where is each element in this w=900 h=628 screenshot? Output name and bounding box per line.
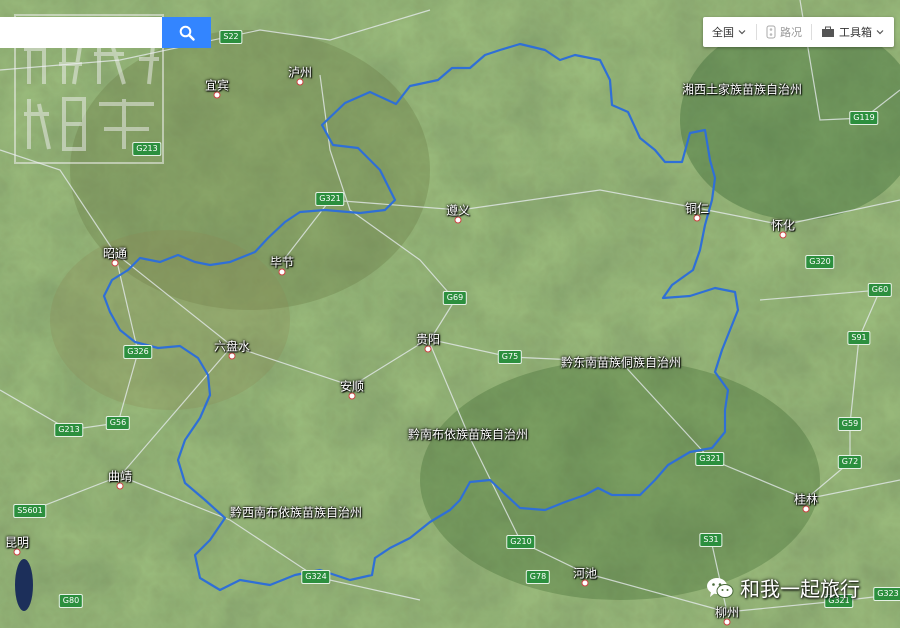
road-shield: G320 [805,255,835,269]
search-icon [179,25,195,41]
search-input[interactable] [0,17,162,48]
chevron-down-icon [738,30,746,35]
city-label[interactable]: 贵阳 [416,331,440,348]
road-shield: G321 [315,192,345,206]
search-bar [0,17,211,48]
road-shield: G72 [837,455,863,469]
road-shield: G59 [837,417,863,431]
road-shield: G324 [301,570,331,584]
road-shield: G326 [123,345,153,359]
city-label[interactable]: 曲靖 [108,468,132,485]
road-shield: G56 [105,416,131,430]
region-selector[interactable]: 全国 [703,17,756,47]
road-shield: S91 [847,331,871,345]
watermark: 和我一起旅行 [706,573,860,602]
road-shield: G60 [867,283,893,297]
city-label[interactable]: 昆明 [5,534,29,551]
watermark-text: 和我一起旅行 [740,577,860,601]
road-shield: G213 [54,423,84,437]
city-label[interactable]: 怀化 [771,217,795,234]
region-label[interactable]: 黔南布依族苗族自治州 [408,426,528,443]
toolbox-button[interactable]: 工具箱 [812,17,894,47]
road-shield: S31 [699,533,723,547]
region-label[interactable]: 黔东南苗族侗族自治州 [561,354,681,371]
road-shield: G78 [525,570,551,584]
city-label[interactable]: 六盘水 [214,338,250,355]
toolbox-icon [822,26,834,37]
road-shield: G323 [873,587,900,601]
road-shield: G210 [506,535,536,549]
city-label[interactable]: 遵义 [446,202,470,219]
toolbox-label: 工具箱 [839,26,872,39]
road-shield: G321 [695,452,725,466]
city-label[interactable]: 泸州 [288,64,312,81]
city-label[interactable]: 柳州 [715,604,739,621]
city-label[interactable]: 桂林 [794,491,818,508]
road-shield: G119 [849,111,879,125]
region-label[interactable]: 湘西土家族苗族自治州 [682,81,802,98]
search-button[interactable] [162,17,211,48]
traffic-icon [766,25,776,39]
wechat-icon [707,577,734,598]
city-label[interactable]: 安顺 [340,378,364,395]
traffic-label: 路况 [780,26,802,39]
chevron-down-icon [876,30,884,35]
city-label[interactable]: 铜仁 [685,200,709,217]
city-label[interactable]: 河池 [573,565,597,582]
road-shield: G213 [132,142,162,156]
road-shield: G75 [497,350,523,364]
region-label: 全国 [712,26,734,39]
traffic-button[interactable]: 路况 [757,17,811,47]
road-shield: G69 [442,291,468,305]
road-shield: S22 [219,30,243,44]
road-shield: G80 [58,594,84,608]
city-label[interactable]: 宜宾 [205,77,229,94]
city-label[interactable]: 昭通 [103,245,127,262]
map-toolbar: 全国 路况 工具箱 [703,17,894,47]
city-label[interactable]: 毕节 [270,254,294,271]
region-label[interactable]: 黔西南布依族苗族自治州 [230,504,362,521]
road-shield: S5601 [13,504,47,518]
